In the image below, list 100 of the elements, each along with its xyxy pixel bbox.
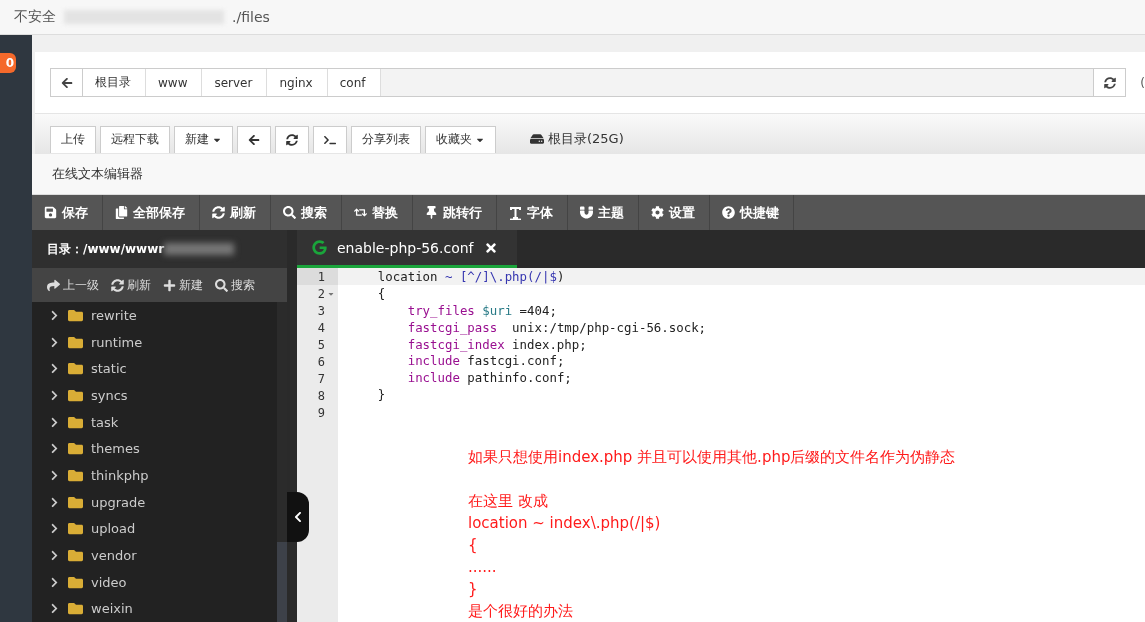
breadcrumb-item[interactable]: conf [327,69,381,96]
redaction-smudge [164,243,235,255]
save-all-icon [115,206,128,219]
chevron-icon [49,363,60,375]
chevron-icon [49,336,60,348]
folder-item[interactable]: video [32,568,277,596]
editor-title: 在线文本编辑器 [32,154,1145,195]
folder-item[interactable]: syncs [32,382,277,409]
share-arrow-icon [47,278,60,292]
toolbar-button[interactable]: 上传 [50,125,96,153]
folder-item[interactable]: task [32,408,277,436]
font-icon [509,205,522,220]
folder-icon [68,601,83,617]
save-icon [44,206,57,219]
annotation-text: 在这里 改成 [468,491,549,512]
breadcrumb-item[interactable]: nginx [267,69,328,96]
folder-item[interactable]: weixin [32,595,277,622]
annotation-text: } [468,579,479,600]
line-number: 3 [316,302,326,319]
refresh-button[interactable] [1093,69,1126,96]
folder-icon [68,547,83,563]
search-icon [283,206,296,219]
disk-label: 根目录(25G) [530,130,624,148]
help-icon [722,206,735,219]
plus-icon [163,278,176,292]
back-button[interactable] [237,125,271,153]
annotation-text: { [468,535,479,556]
folder-item[interactable]: upload [32,515,277,543]
folder-item[interactable]: static [32,355,277,382]
refresh-button[interactable] [275,125,309,153]
folder-item[interactable]: rewrite [32,302,277,329]
annotation-text: location ~ index\.php(/|$) [468,513,662,534]
refresh-icon [212,206,225,219]
back-button[interactable] [51,69,83,96]
toolbar-button[interactable]: 新建 [174,125,233,153]
code-line: location ~ [^/]\.php(/|$) [376,268,565,284]
address-bar[interactable]: 不安全 ./files [0,0,1145,35]
folder-item[interactable]: vendor [32,542,277,569]
file-tab[interactable]: enable-php-56.conf [297,230,517,268]
chevron-icon [49,469,60,481]
replace-icon [354,206,367,219]
folder-item[interactable]: upgrade [32,488,277,516]
terminal-icon [324,133,336,146]
code-line: include pathinfo.conf; [406,370,572,386]
tree-tool-button[interactable]: 新建 [163,276,203,294]
chevron-icon [49,416,60,428]
collapse-handle[interactable] [287,492,309,542]
toolbar-button[interactable]: 分享列表 [351,125,421,153]
line-number: 1 [297,268,338,285]
chevron-left-icon [292,511,304,523]
folder-icon [68,494,83,510]
chevron-icon [49,309,60,321]
notification-badge: 0 [0,53,16,73]
line-number: 6 [316,353,326,370]
settings-icon [651,206,664,219]
code-line: } [376,387,386,403]
chevron-icon [49,549,60,561]
breadcrumb-item[interactable]: 根目录 [83,69,146,96]
folder-icon [68,521,83,537]
terminal-button[interactable] [313,125,347,153]
chevron-icon [49,496,60,508]
toolbar-button[interactable]: 远程下载 [100,125,170,153]
toolbar-button[interactable]: 收藏夹 [425,125,496,153]
chevron-icon [49,603,60,615]
refresh-icon [111,278,124,292]
search-icon [215,278,228,292]
line-number: 8 [316,387,326,404]
side-label: ( [1140,75,1145,90]
chevron-icon [49,443,60,455]
folder-item[interactable]: themes [32,435,277,463]
code-line: fastcgi_pass unix:/tmp/php-cgi-56.sock; [406,319,707,335]
folder-item[interactable]: runtime [32,328,277,356]
close-icon[interactable] [483,240,498,255]
folder-item[interactable]: thinkphp [32,462,277,489]
chevron-icon [49,576,60,588]
magnet-icon [580,206,593,219]
annotation-text: 如果只想使用index.php 并且可以使用其他.php后缀的文件名作为伪静态 [468,447,957,468]
refresh-icon [286,133,298,146]
folder-icon [68,387,83,403]
folder-icon [68,441,83,457]
chevron-icon [49,523,60,535]
folder-icon [68,307,83,323]
back-icon [248,133,260,146]
breadcrumb-item[interactable]: server [202,69,268,96]
code-line: include fastcgi.conf; [406,353,565,369]
folder-icon [68,574,83,590]
line-number: 7 [316,370,326,387]
url-text: ./files [232,9,270,25]
pin-icon [425,206,438,219]
line-number: 4 [316,319,326,336]
tree-tool-button[interactable]: 搜索 [215,276,255,294]
breadcrumb-item[interactable]: www [146,69,203,96]
tree-tool-button[interactable]: 刷新 [111,276,151,294]
annotation-text: 是个很好的办法 [468,601,574,622]
line-number: 5 [316,336,326,353]
folder-icon [68,334,83,350]
annotation-text: ...... [468,557,498,578]
tree-tool-button[interactable]: 上一级 [47,276,99,294]
directory-path: 目录：/www/wwwr [47,240,165,258]
file-type-icon [312,240,327,255]
